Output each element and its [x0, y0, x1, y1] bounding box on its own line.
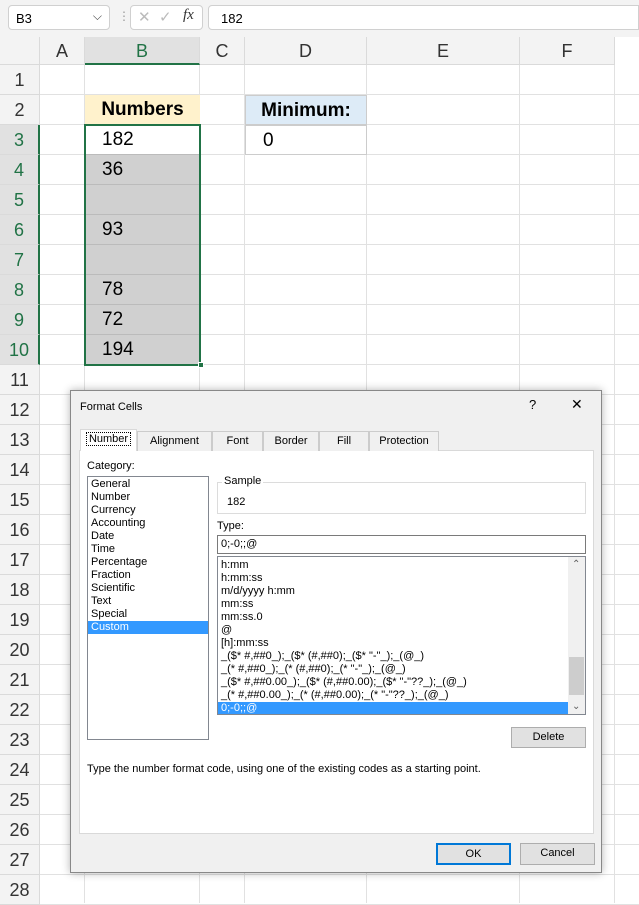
grid-line — [40, 874, 639, 875]
row-header-8[interactable]: 8 — [0, 275, 40, 305]
row-header-7[interactable]: 7 — [0, 245, 40, 275]
minimum-header[interactable]: Minimum: — [245, 95, 367, 125]
sample-group — [217, 482, 586, 514]
row-header-10[interactable]: 10 — [0, 335, 40, 365]
category-item[interactable]: Scientific — [88, 582, 208, 595]
category-item[interactable]: Text — [88, 595, 208, 608]
row-header-9[interactable]: 9 — [0, 305, 40, 335]
tab-alignment[interactable]: Alignment — [137, 431, 212, 451]
row-header-28[interactable]: 28 — [0, 875, 40, 905]
scroll-thumb[interactable] — [569, 657, 584, 695]
column-header-C[interactable]: C — [200, 37, 245, 65]
row-header-6[interactable]: 6 — [0, 215, 40, 245]
check-icon[interactable]: ✓ — [159, 8, 172, 26]
type-item[interactable]: _(* #,##0.00_);_(* (#,##0.00);_(* "-"??_… — [218, 689, 568, 702]
row-header-3[interactable]: 3 — [0, 125, 40, 155]
type-item[interactable]: _($* #,##0_);_($* (#,##0);_($* "-"_);_(@… — [218, 650, 568, 663]
close-button[interactable]: ✕ — [571, 396, 583, 413]
scroll-up-icon[interactable]: ⌃ — [572, 559, 580, 570]
type-item[interactable]: @ — [218, 624, 568, 637]
category-item[interactable]: Currency — [88, 504, 208, 517]
column-header-A[interactable]: A — [40, 37, 85, 65]
category-item[interactable]: Time — [88, 543, 208, 556]
category-item[interactable]: Accounting — [88, 517, 208, 530]
name-box[interactable]: B3 ⌵ — [8, 5, 110, 30]
tab-protection[interactable]: Protection — [369, 431, 439, 451]
row-header-17[interactable]: 17 — [0, 545, 40, 575]
tab-font[interactable]: Font — [212, 431, 263, 451]
more-icon: ⋮ — [118, 9, 130, 23]
tab-number[interactable]: Number — [80, 429, 137, 451]
row-header-16[interactable]: 16 — [0, 515, 40, 545]
category-item[interactable]: General — [88, 478, 208, 491]
category-item[interactable]: Special — [88, 608, 208, 621]
type-item[interactable]: _(* #,##0_);_(* (#,##0);_(* "-"_);_(@_) — [218, 663, 568, 676]
fill-handle[interactable] — [198, 362, 204, 368]
row-header-26[interactable]: 26 — [0, 815, 40, 845]
type-list[interactable]: h:mm h:mm:ss m/d/yyyy h:mm mm:ss mm:ss.0 @ [h]… — [217, 556, 586, 715]
category-list[interactable]: General Number Currency Accounting Date Time P… — [87, 476, 209, 740]
row-header-24[interactable]: 24 — [0, 755, 40, 785]
help-button[interactable]: ? — [529, 397, 536, 412]
row-header-19[interactable]: 19 — [0, 605, 40, 635]
row-header-18[interactable]: 18 — [0, 575, 40, 605]
column-header-D[interactable]: D — [245, 37, 367, 65]
row-header-1[interactable]: 1 — [0, 65, 40, 95]
tab-fill[interactable]: Fill — [319, 431, 369, 451]
row-header-27[interactable]: 27 — [0, 845, 40, 875]
select-all[interactable] — [0, 37, 40, 65]
fx-icon[interactable]: fx — [183, 7, 194, 24]
formula-buttons: ✕ ✓ fx — [130, 5, 203, 30]
row-header-13[interactable]: 13 — [0, 425, 40, 455]
category-item[interactable]: Date — [88, 530, 208, 543]
selection-border — [84, 124, 201, 366]
sample-value: 182 — [227, 496, 246, 508]
scroll-down-icon[interactable]: ⌄ — [572, 701, 580, 712]
category-item[interactable]: Fraction — [88, 569, 208, 582]
column-header-E[interactable]: E — [367, 37, 520, 65]
type-label: Type: — [217, 520, 244, 532]
column-header-F[interactable]: F — [520, 37, 615, 65]
type-input[interactable]: 0;-0;;@ — [217, 535, 586, 554]
row-header-11[interactable]: 11 — [0, 365, 40, 395]
category-item[interactable]: Custom — [88, 621, 208, 634]
type-item[interactable]: [h]:mm:ss — [218, 637, 568, 650]
type-item[interactable]: m/d/yyyy h:mm — [218, 585, 568, 598]
row-header-14[interactable]: 14 — [0, 455, 40, 485]
cancel-button[interactable]: Cancel — [520, 843, 595, 865]
type-item[interactable]: mm:ss — [218, 598, 568, 611]
row-header-21[interactable]: 21 — [0, 665, 40, 695]
description-text: Type the number format code, using one o… — [87, 763, 481, 775]
type-item[interactable]: 0;-0;;@ — [218, 702, 568, 714]
category-item[interactable]: Percentage — [88, 556, 208, 569]
minimum-value[interactable]: 0 — [245, 125, 367, 155]
row-header-4[interactable]: 4 — [0, 155, 40, 185]
row-header-12[interactable]: 12 — [0, 395, 40, 425]
row-header-5[interactable]: 5 — [0, 185, 40, 215]
type-item[interactable]: mm:ss.0 — [218, 611, 568, 624]
x-icon[interactable]: ✕ — [138, 8, 151, 26]
type-item[interactable]: h:mm — [218, 559, 568, 572]
row-header-15[interactable]: 15 — [0, 485, 40, 515]
row-header-20[interactable]: 20 — [0, 635, 40, 665]
column-header-B[interactable]: B — [85, 37, 200, 65]
category-label: Category: — [87, 460, 135, 472]
type-item[interactable]: _($* #,##0.00_);_($* (#,##0.00);_($* "-"… — [218, 676, 568, 689]
tab-border[interactable]: Border — [263, 431, 319, 451]
category-item[interactable]: Number — [88, 491, 208, 504]
row-header-23[interactable]: 23 — [0, 725, 40, 755]
delete-button[interactable]: Delete — [511, 727, 586, 748]
type-item[interactable]: h:mm:ss — [218, 572, 568, 585]
numbers-header[interactable]: Numbers — [85, 95, 200, 125]
sample-label: Sample — [222, 475, 264, 487]
row-header-2[interactable]: 2 — [0, 95, 40, 125]
format-cells-dialog: Format Cells ? ✕ Number Alignment Font Bord… — [70, 390, 602, 873]
row-header-25[interactable]: 25 — [0, 785, 40, 815]
dialog-title: Format Cells — [80, 401, 143, 413]
ok-button[interactable]: OK — [436, 843, 511, 865]
chevron-down-icon[interactable]: ⌵ — [93, 9, 102, 24]
formula-input[interactable]: 182 — [208, 5, 639, 30]
row-header-22[interactable]: 22 — [0, 695, 40, 725]
type-scrollbar[interactable]: ⌃ ⌄ — [568, 557, 585, 714]
